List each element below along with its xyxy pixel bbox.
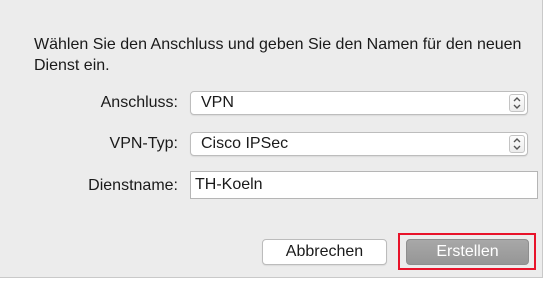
vpn-type-label: VPN-Typ: <box>109 135 178 152</box>
interface-popup-value: VPN <box>201 94 234 111</box>
vpn-type-popup-value: Cisco IPSec <box>201 135 289 152</box>
chevron-up-down-icon <box>509 135 525 153</box>
service-name-field[interactable]: TH-Koeln <box>190 171 538 199</box>
service-name-value: TH-Koeln <box>195 176 263 193</box>
vpn-type-popup[interactable]: Cisco IPSec <box>190 132 528 156</box>
new-service-dialog: Wählen Sie den Anschluss und geben Sie d… <box>0 0 543 278</box>
interface-label: Anschluss: <box>100 94 178 111</box>
service-name-label: Dienstname: <box>88 177 178 194</box>
create-button[interactable]: Erstellen <box>406 239 529 265</box>
interface-popup[interactable]: VPN <box>190 91 528 115</box>
chevron-up-down-icon <box>509 94 525 112</box>
dialog-instructions: Wählen Sie den Anschluss und geben Sie d… <box>34 36 522 74</box>
cancel-button[interactable]: Abbrechen <box>262 239 387 265</box>
